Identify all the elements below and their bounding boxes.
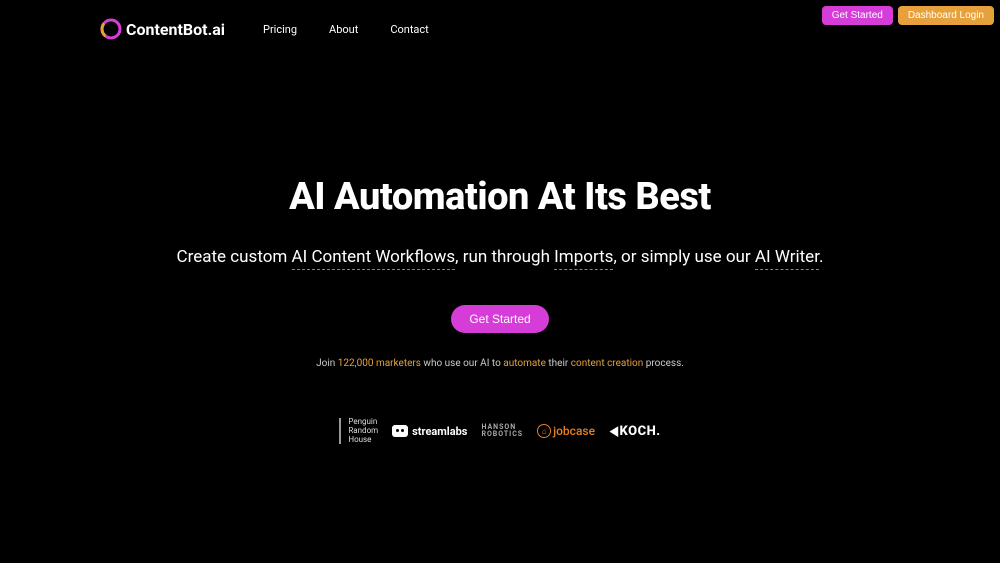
hero-cta-wrap: Get Started <box>0 305 1000 333</box>
hero-title: AI Automation At Its Best <box>0 175 1000 219</box>
join-highlight-content: content creation <box>571 358 644 369</box>
koch-dot: . <box>656 424 660 439</box>
link-ai-writer[interactable]: AI Writer <box>755 247 819 270</box>
join-text-4: process. <box>643 358 684 369</box>
join-highlight-marketers: 122,000 marketers <box>338 358 421 369</box>
link-workflows[interactable]: AI Content Workflows <box>292 247 456 270</box>
get-started-hero-button[interactable]: Get Started <box>451 305 548 333</box>
hero-subtitle: Create custom AI Content Workflows, run … <box>0 247 1000 267</box>
brand-logos: Penguin Random House streamlabs HANSON R… <box>0 418 1000 444</box>
brand-penguin-random-house: Penguin Random House <box>339 418 378 444</box>
brand-jobcase: ⌂ jobcase <box>537 424 595 438</box>
brand-koch: ◀KOCH. <box>609 424 661 439</box>
nav-about[interactable]: About <box>329 23 358 36</box>
hanson-line-2: ROBOTICS <box>481 431 523 438</box>
link-imports[interactable]: Imports <box>554 247 613 270</box>
prh-line-3: House <box>348 436 378 445</box>
join-highlight-automate: automate <box>503 358 546 369</box>
logo-icon <box>100 18 122 40</box>
nav-contact[interactable]: Contact <box>390 23 428 36</box>
top-buttons: Get Started Dashboard Login <box>822 6 994 25</box>
nav-links: Pricing About Contact <box>263 23 429 36</box>
brand-streamlabs: streamlabs <box>392 425 467 438</box>
hero-sub-text-3: , or simply use our <box>613 247 754 267</box>
join-line: Join 122,000 marketers who use our AI to… <box>0 358 1000 369</box>
nav-bar: ContentBot.ai Pricing About Contact <box>100 18 429 40</box>
join-text-1: Join <box>316 358 338 369</box>
nav-pricing[interactable]: Pricing <box>263 23 297 36</box>
hero-section: AI Automation At Its Best Create custom … <box>0 175 1000 333</box>
join-text-2: who use our AI to <box>421 358 503 369</box>
koch-text: KOCH <box>620 424 657 439</box>
brand-hanson-robotics: HANSON ROBOTICS <box>481 424 523 438</box>
logo-text: ContentBot.ai <box>126 20 225 39</box>
hero-sub-text-1: Create custom <box>177 247 292 267</box>
streamlabs-icon <box>392 425 408 437</box>
dashboard-login-button[interactable]: Dashboard Login <box>898 6 994 25</box>
jobcase-icon: ⌂ <box>537 424 551 438</box>
hero-sub-text-4: . <box>819 247 823 267</box>
streamlabs-text: streamlabs <box>412 425 467 438</box>
get-started-top-button[interactable]: Get Started <box>822 6 893 25</box>
join-text-3: their <box>546 358 571 369</box>
logo[interactable]: ContentBot.ai <box>100 18 225 40</box>
jobcase-text: jobcase <box>553 424 595 438</box>
koch-icon: ◀ <box>610 424 618 439</box>
hero-sub-text-2: , run through <box>455 247 554 267</box>
